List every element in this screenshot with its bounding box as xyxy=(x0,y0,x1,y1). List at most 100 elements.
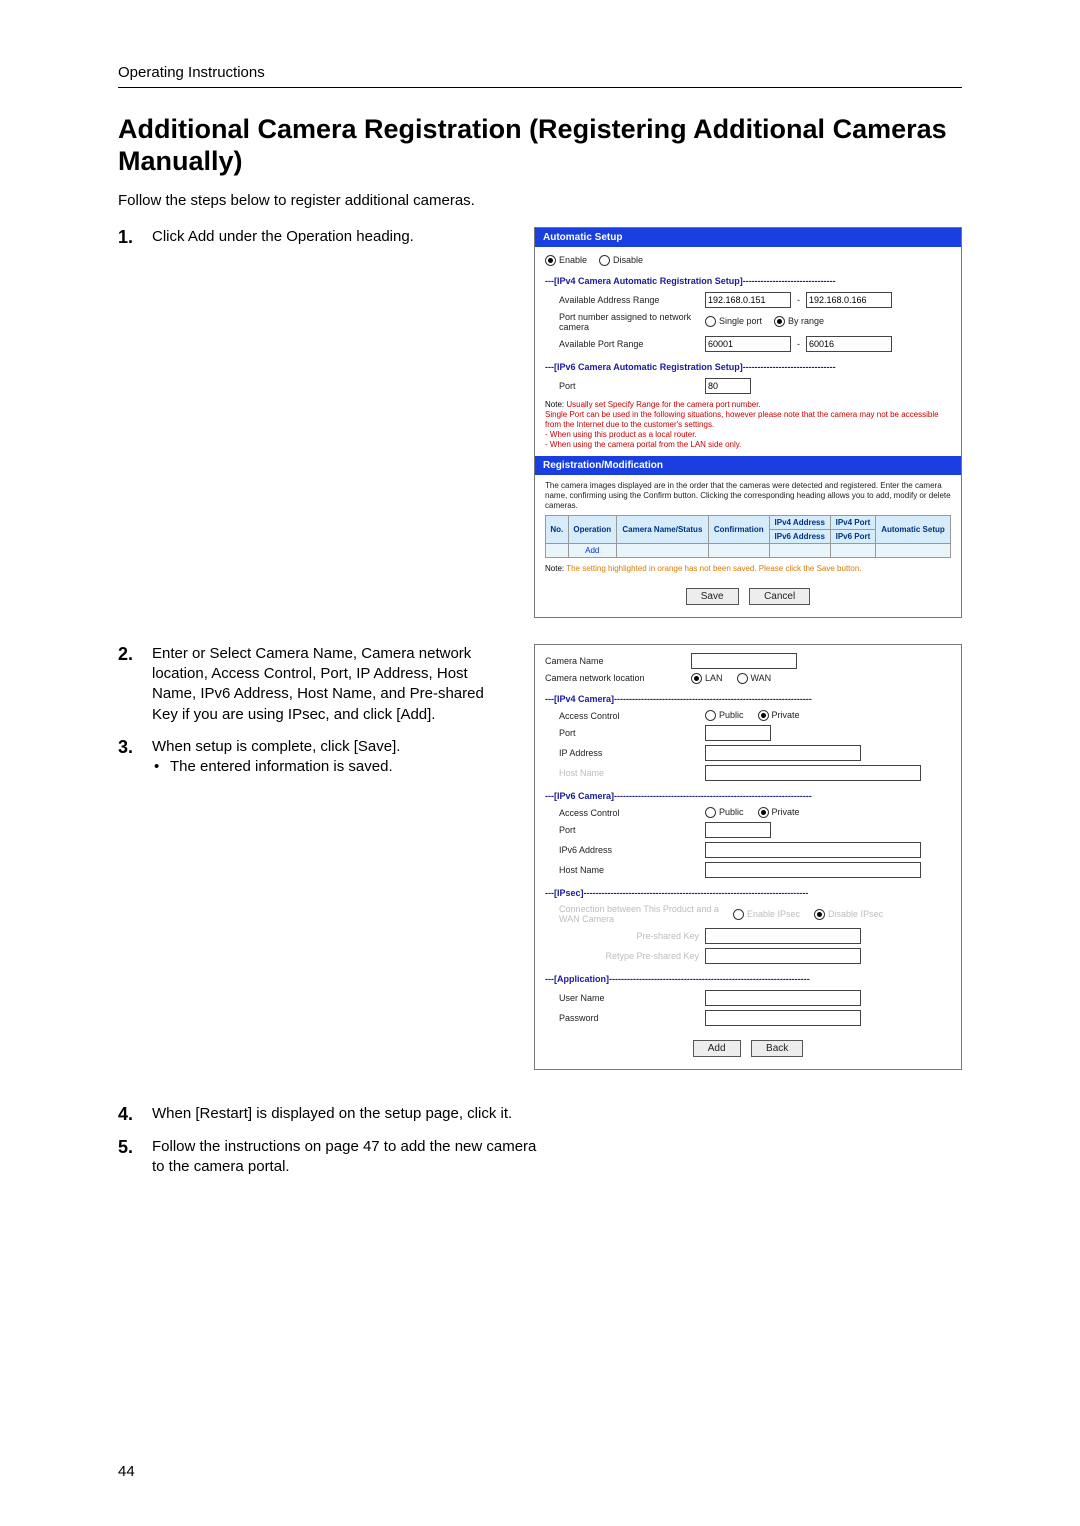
th-v4addr: IPv4 Address xyxy=(769,515,830,529)
by-range-label: By range xyxy=(788,316,824,326)
enable-label: Enable xyxy=(559,255,587,265)
enable-radio[interactable] xyxy=(545,255,556,266)
step-1-text: Click Add under the Operation heading. xyxy=(152,227,510,247)
v4-port-input[interactable] xyxy=(705,725,771,741)
disable-label: Disable xyxy=(613,255,643,265)
v6-port-input[interactable] xyxy=(705,822,771,838)
ipv4-section-title: ---[IPv4 Camera Automatic Registration S… xyxy=(545,276,951,286)
password-input[interactable] xyxy=(705,1010,861,1026)
v4-access-label: Access Control xyxy=(559,711,699,721)
addr-from-input[interactable] xyxy=(705,292,791,308)
back-button[interactable]: Back xyxy=(751,1040,803,1057)
port-to-input[interactable] xyxy=(806,336,892,352)
th-name: Camera Name/Status xyxy=(616,515,708,543)
lan-label: LAN xyxy=(705,673,723,683)
th-auto: Automatic Setup xyxy=(876,515,951,543)
v6-access-label: Access Control xyxy=(559,808,699,818)
v6-ipv6-input[interactable] xyxy=(705,842,921,858)
save-button[interactable]: Save xyxy=(686,588,739,605)
th-v4port: IPv4 Port xyxy=(830,515,875,529)
by-range-radio[interactable] xyxy=(774,316,785,327)
v6-host-label: Host Name xyxy=(559,865,699,875)
v6port-input[interactable] xyxy=(705,378,751,394)
single-port-label: Single port xyxy=(719,316,762,326)
th-no: No. xyxy=(546,515,569,543)
v4-host-label: Host Name xyxy=(559,768,699,778)
enable-ipsec-radio[interactable] xyxy=(733,909,744,920)
ipv4-camera-section: ---[IPv4 Camera]------------------------… xyxy=(545,694,951,704)
header-rule xyxy=(118,87,962,88)
v6-ipv6-label: IPv6 Address xyxy=(559,845,699,855)
port-assign-label: Port number assigned to network camera xyxy=(559,312,699,332)
v4-host-input[interactable] xyxy=(705,765,921,781)
v4-private-radio[interactable] xyxy=(758,710,769,721)
psk-input[interactable] xyxy=(705,928,861,944)
camera-loc-label: Camera network location xyxy=(545,673,685,683)
step-2-text: Enter or Select Camera Name, Camera netw… xyxy=(152,644,510,725)
cancel-button[interactable]: Cancel xyxy=(749,588,810,605)
v4-public-radio[interactable] xyxy=(705,710,716,721)
v4-private-label: Private xyxy=(772,710,800,720)
application-section: ---[Application]------------------------… xyxy=(545,974,951,984)
psk2-input[interactable] xyxy=(705,948,861,964)
th-v6port: IPv6 Port xyxy=(830,529,875,543)
screenshot-add-camera-form: Camera Name Camera network location LAN … xyxy=(534,644,962,1070)
dash: - xyxy=(797,295,800,305)
v6-public-radio[interactable] xyxy=(705,807,716,818)
avail-port-label: Available Port Range xyxy=(559,339,699,349)
wan-radio[interactable] xyxy=(737,673,748,684)
v4-ipaddr-input[interactable] xyxy=(705,745,861,761)
v4-public-label: Public xyxy=(719,710,744,720)
ipv6-camera-section: ---[IPv6 Camera]------------------------… xyxy=(545,791,951,801)
v6-port-label: Port xyxy=(559,825,699,835)
psk2-label: Retype Pre-shared Key xyxy=(559,951,699,961)
add-button[interactable]: Add xyxy=(693,1040,741,1057)
ipsec-section: ---[IPsec]------------------------------… xyxy=(545,888,951,898)
page-title: Additional Camera Registration (Register… xyxy=(118,114,962,178)
v6-host-input[interactable] xyxy=(705,862,921,878)
save-note: Note: The setting highlighted in orange … xyxy=(545,564,951,574)
disable-ipsec-label: Disable IPsec xyxy=(828,909,883,919)
v4-ipaddr-label: IP Address xyxy=(559,748,699,758)
v6-public-label: Public xyxy=(719,807,744,817)
username-label: User Name xyxy=(559,993,699,1003)
v6port-label: Port xyxy=(559,381,699,391)
step-5-text: Follow the instructions on page 47 to ad… xyxy=(152,1137,558,1178)
th-conf: Confirmation xyxy=(708,515,769,543)
add-link[interactable]: Add xyxy=(585,546,599,555)
enable-ipsec-label: Enable IPsec xyxy=(747,909,800,919)
password-label: Password xyxy=(559,1013,699,1023)
specify-range-note: Note: Usually set Specify Range for the … xyxy=(545,400,951,450)
disable-ipsec-radio[interactable] xyxy=(814,909,825,920)
port-from-input[interactable] xyxy=(705,336,791,352)
step-5-number: 5. xyxy=(118,1137,152,1158)
step-1-number: 1. xyxy=(118,227,152,248)
dash2: - xyxy=(797,339,800,349)
single-port-radio[interactable] xyxy=(705,316,716,327)
addr-range-label: Available Address Range xyxy=(559,295,699,305)
v4-port-label: Port xyxy=(559,728,699,738)
step-3-text: When setup is complete, click [Save]. xyxy=(152,737,496,757)
th-op: Operation xyxy=(568,515,616,543)
username-input[interactable] xyxy=(705,990,861,1006)
th-v6addr: IPv6 Address xyxy=(769,529,830,543)
ipsec-conn-label: Connection between This Product and a WA… xyxy=(559,904,727,924)
addr-to-input[interactable] xyxy=(806,292,892,308)
step-4-text: When [Restart] is displayed on the setup… xyxy=(152,1104,558,1124)
v6-private-label: Private xyxy=(772,807,800,817)
psk-label: Pre-shared Key xyxy=(559,931,699,941)
v6-private-radio[interactable] xyxy=(758,807,769,818)
regmod-text: The camera images displayed are in the o… xyxy=(545,481,951,511)
lan-radio[interactable] xyxy=(691,673,702,684)
running-head: Operating Instructions xyxy=(118,64,962,81)
camera-name-label: Camera Name xyxy=(545,656,685,666)
step-3-number: 3. xyxy=(118,737,152,758)
camera-name-input[interactable] xyxy=(691,653,797,669)
wan-label: WAN xyxy=(751,673,772,683)
step-4-number: 4. xyxy=(118,1104,152,1125)
camera-table: No. Operation Camera Name/Status Confirm… xyxy=(545,515,951,558)
ipv6-section-title: ---[IPv6 Camera Automatic Registration S… xyxy=(545,362,951,372)
step-3-bullet: The entered information is saved. xyxy=(152,757,496,777)
disable-radio[interactable] xyxy=(599,255,610,266)
screenshot-automatic-setup: Automatic Setup Enable Disable ---[IPv4 … xyxy=(534,227,962,618)
